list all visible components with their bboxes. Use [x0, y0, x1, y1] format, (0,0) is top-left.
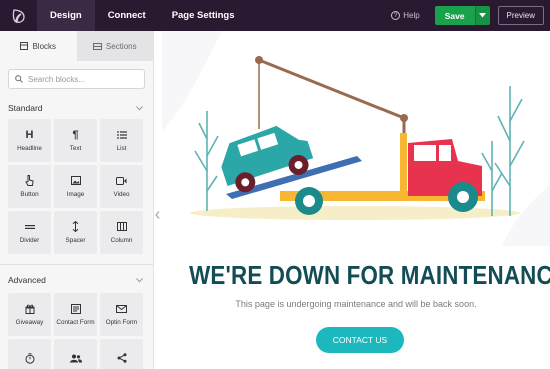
block-social-profiles[interactable]	[54, 339, 97, 369]
block-text[interactable]: ¶ Text	[54, 119, 97, 162]
preview-button[interactable]: Preview	[497, 6, 544, 25]
block-spacer[interactable]: Spacer	[54, 211, 97, 254]
tab-blocks[interactable]: Blocks	[0, 31, 77, 61]
block-label: Video	[113, 191, 130, 198]
block-label: Image	[66, 191, 85, 198]
block-label: Optin Form	[105, 319, 138, 326]
maintenance-headline: WE'RE DOWN FOR MAINTENANCE	[189, 260, 550, 290]
share-icon	[117, 353, 127, 364]
divider-icon	[24, 221, 35, 232]
block-headline[interactable]: H Headline	[8, 119, 51, 162]
maintenance-subtext: This page is undergoing maintenance and …	[235, 299, 477, 309]
block-optin-form[interactable]: Optin Form	[100, 293, 143, 336]
users-icon	[69, 353, 82, 364]
block-video[interactable]: Video	[100, 165, 143, 208]
search-placeholder: Search blocks...	[28, 74, 85, 84]
chevron-down-icon	[479, 13, 487, 18]
advanced-blocks-grid: Giveaway Contact Form Optin Form	[0, 293, 153, 369]
section-divider	[0, 264, 153, 265]
page-canvas: WE'RE DOWN FOR MAINTENANCE This page is …	[162, 31, 550, 369]
pointer-icon	[25, 175, 34, 186]
block-list[interactable]: List	[100, 119, 143, 162]
block-label: Divider	[19, 237, 40, 244]
envelope-icon	[116, 303, 127, 314]
save-button-group: Save	[434, 6, 490, 25]
list-icon	[116, 129, 127, 140]
block-giveaway[interactable]: Giveaway	[8, 293, 51, 336]
standard-section-title: Standard	[8, 103, 43, 113]
column-icon	[116, 221, 127, 232]
top-bar: Design Connect Page Settings ? Help Save…	[0, 0, 550, 31]
block-label: Giveaway	[15, 319, 44, 326]
advanced-section-title: Advanced	[8, 275, 46, 285]
headline-icon: H	[25, 128, 34, 141]
sidebar-tabs: Blocks Sections	[0, 31, 153, 61]
nav-page-settings[interactable]: Page Settings	[159, 0, 248, 31]
help-link[interactable]: ? Help	[391, 11, 420, 20]
block-social-sharing[interactable]	[100, 339, 143, 369]
chevron-left-icon	[155, 211, 160, 219]
save-options-button[interactable]	[474, 6, 490, 25]
help-icon: ?	[391, 11, 401, 20]
video-icon	[116, 175, 127, 186]
tab-sections[interactable]: Sections	[76, 31, 153, 61]
search-blocks-input[interactable]: Search blocks...	[8, 69, 145, 89]
block-divider[interactable]: Divider	[8, 211, 51, 254]
giveaway-icon	[25, 303, 35, 314]
chevron-down-icon	[136, 277, 143, 283]
contact-form-icon	[70, 303, 81, 314]
block-contact-form[interactable]: Contact Form	[54, 293, 97, 336]
blocks-sidebar: Blocks Sections Search blocks... Standar…	[0, 31, 154, 369]
nav-design[interactable]: Design	[37, 0, 95, 31]
tow-truck-illustration	[162, 31, 550, 246]
top-nav: Design Connect Page Settings	[37, 0, 248, 31]
spacer-icon	[72, 221, 79, 232]
image-icon	[70, 175, 81, 186]
nav-connect[interactable]: Connect	[95, 0, 159, 31]
advanced-section-header[interactable]: Advanced	[0, 269, 153, 291]
help-label: Help	[403, 11, 420, 20]
block-label: Button	[20, 191, 39, 198]
tab-sections-label: Sections	[105, 41, 137, 51]
search-icon	[15, 75, 23, 83]
block-label: List	[116, 145, 127, 152]
seedprod-leaf-icon[interactable]	[0, 0, 37, 31]
blocks-icon	[20, 42, 29, 50]
standard-blocks-grid: H Headline ¶ Text List Button Image Vide…	[0, 119, 153, 254]
save-button[interactable]: Save	[434, 6, 475, 25]
block-button[interactable]: Button	[8, 165, 51, 208]
sections-icon	[92, 42, 102, 50]
paragraph-icon: ¶	[72, 128, 79, 141]
block-label: Contact Form	[56, 319, 95, 326]
block-label: Spacer	[65, 237, 86, 244]
collapse-sidebar-button[interactable]	[154, 208, 161, 222]
block-label: Column	[110, 237, 133, 244]
chevron-down-icon	[136, 105, 143, 111]
stopwatch-icon	[25, 352, 35, 364]
contact-us-button[interactable]: CONTACT US	[316, 327, 404, 353]
top-bar-actions: ? Help Save Preview	[391, 6, 550, 25]
block-label: Headline	[17, 145, 42, 152]
block-label: Text	[69, 145, 82, 152]
block-column[interactable]: Column	[100, 211, 143, 254]
standard-section-header[interactable]: Standard	[0, 97, 153, 119]
block-countdown[interactable]	[8, 339, 51, 369]
block-image[interactable]: Image	[54, 165, 97, 208]
tab-blocks-label: Blocks	[32, 41, 57, 51]
